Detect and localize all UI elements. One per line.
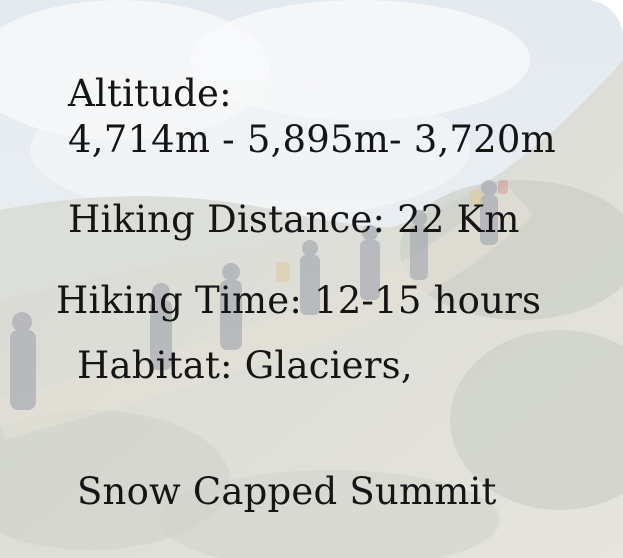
altitude-value: 4,714m - 5,895m- 3,720m [68, 118, 556, 161]
hiking-time: Hiking Time: 12-15 hours [56, 279, 542, 322]
habitat-line-1: Habitat: Glaciers, [77, 344, 413, 387]
hiking-distance: Hiking Distance: 22 Km [68, 198, 520, 241]
altitude-label: Altitude: [68, 72, 232, 115]
habitat-line-2: Snow Capped Summit [77, 470, 497, 513]
info-card: Altitude: 4,714m - 5,895m- 3,720m Hiking… [0, 0, 623, 558]
